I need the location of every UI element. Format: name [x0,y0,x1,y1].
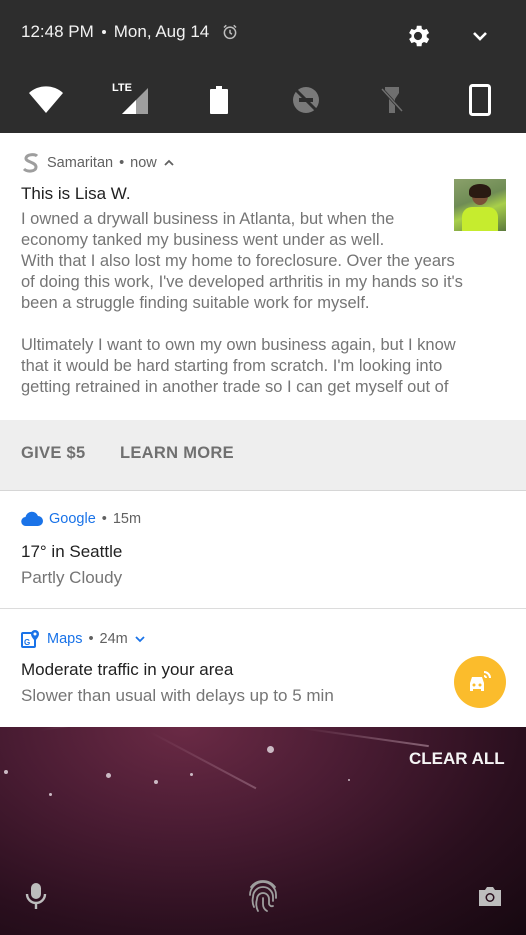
traffic-action-button[interactable] [454,656,506,708]
light-streak [149,731,257,790]
car-traffic-icon [470,671,491,691]
status-datetime: 12:48 PM Mon, Aug 14 [21,22,239,42]
mobile-data-tile[interactable]: LTE [112,82,152,118]
chevron-up-icon[interactable] [163,157,175,169]
alarm-icon [223,24,237,40]
star [190,773,193,776]
notification-subtitle: Partly Cloudy [21,568,123,587]
lte-label: LTE [112,82,132,94]
wifi-tile[interactable] [28,82,64,118]
notification-subtitle: Slower than usual with delays up to 5 mi… [21,686,334,705]
meta-dot: • [88,631,94,647]
battery-tile[interactable] [201,82,237,118]
wallpaper: CLEAR ALL [0,727,526,935]
chevron-down-icon[interactable] [134,633,146,645]
maps-icon: G [21,630,39,648]
notification-header: Google • 15m [21,511,141,527]
camera-shortcut[interactable] [477,885,503,912]
star [106,773,111,778]
wifi-icon [29,86,63,113]
do-not-disturb-off-icon [293,87,319,113]
settings-button[interactable] [404,22,432,50]
notification-body: I owned a drywall business in Atlanta, b… [21,210,463,396]
app-name: Google [49,511,96,527]
auto-rotate-icon [469,84,491,116]
samaritan-notification[interactable]: Samaritan • now This is Lisa W. I owned … [0,133,526,420]
quick-settings-panel: 12:48 PM Mon, Aug 14 LTE [0,0,526,133]
gear-icon [409,25,430,47]
notification-time: 24m [99,631,128,647]
voice-assist-button[interactable] [24,881,48,916]
status-date: Mon, Aug 14 [113,22,210,41]
notification-title: Moderate traffic in your area [21,660,234,679]
light-streak [39,727,219,731]
learn-more-button[interactable]: LEARN MORE [120,444,234,463]
battery-icon [210,86,228,114]
fingerprint-icon [249,880,277,912]
light-streak [299,727,429,748]
meta-dot: • [119,155,125,171]
flashlight-tile[interactable] [374,82,410,118]
chevron-down-icon [473,32,487,41]
maps-notification[interactable]: G Maps • 24m Moderate traffic in your ar… [0,609,526,727]
app-name: Maps [47,631,83,647]
notification-title: This is Lisa W. [21,184,131,203]
cloud-icon [21,511,43,527]
microphone-icon [25,883,47,909]
expand-button[interactable] [468,24,492,48]
notification-title: 17° in Seattle [21,542,123,561]
samaritan-logo-icon [22,153,39,173]
notification-actions: GIVE $5 LEARN MORE [0,420,526,491]
clear-all-button[interactable]: CLEAR ALL [409,749,505,769]
notification-time: now [130,155,157,171]
give-five-button[interactable]: GIVE $5 [21,444,85,463]
quick-tiles-row: LTE [0,82,526,118]
star [49,793,52,796]
camera-icon [479,887,501,906]
notification-header: G Maps • 24m [21,629,146,649]
star [348,779,350,781]
meta-dot: • [101,511,107,527]
fingerprint-unlock[interactable] [247,877,279,920]
app-name: Samaritan [47,155,114,171]
rotate-tile[interactable] [462,82,498,118]
dnd-tile[interactable] [288,82,324,118]
separator-dot [101,30,106,34]
star [4,770,8,774]
star [267,746,274,753]
svg-text:G: G [24,638,30,647]
status-time: 12:48 PM [21,22,94,41]
star [154,780,158,784]
notification-time: 15m [112,511,142,527]
notification-header: Samaritan • now [21,152,175,174]
google-notification[interactable]: Google • 15m 17° in Seattle Partly Cloud… [0,491,526,609]
flashlight-off-icon [380,87,404,113]
